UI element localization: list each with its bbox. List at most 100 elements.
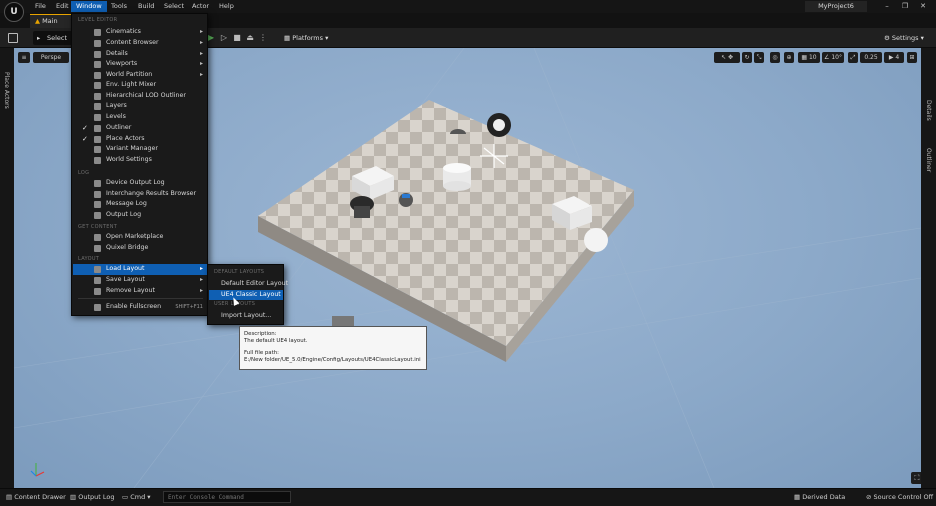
- menu-item-env-light-mixer[interactable]: Env. Light Mixer: [73, 80, 207, 91]
- menu-item-levels[interactable]: Levels: [73, 112, 207, 123]
- cmd-label: Cmd: [130, 493, 146, 501]
- menu-item-ue4-classic-layout[interactable]: UE4 Classic Layout: [209, 289, 283, 300]
- output-log-button[interactable]: ▥ Output Log: [70, 491, 114, 503]
- menu-item-variant-manager[interactable]: Variant Manager: [73, 144, 207, 155]
- select-mode-button[interactable]: Select M: [33, 31, 73, 56]
- menu-item-message-log[interactable]: Message Log: [73, 199, 207, 210]
- save-icon[interactable]: [8, 33, 18, 43]
- maximize-viewport-icon[interactable]: ⊞: [907, 52, 917, 63]
- derived-data-label: Derived Data: [802, 493, 846, 501]
- viewport-icon: [94, 61, 101, 68]
- grid-icon: ▦: [801, 54, 809, 61]
- menu-item-device-output-log[interactable]: Device Output Log: [73, 178, 207, 189]
- source-control-label: Source Control Off: [873, 493, 934, 501]
- chevron-right-icon: ▸: [199, 39, 203, 46]
- marketplace-icon: [94, 234, 101, 241]
- viewport-menu-icon[interactable]: ≡: [18, 52, 30, 63]
- menu-item-details[interactable]: Details ▸: [73, 49, 207, 60]
- outliner-tab[interactable]: Outliner: [925, 148, 932, 172]
- eject-icon[interactable]: ⏏: [244, 32, 256, 44]
- menu-item-outliner[interactable]: ✓ Outliner: [73, 123, 207, 134]
- globe-icon[interactable]: ◎: [770, 52, 780, 63]
- minimize-icon[interactable]: –: [880, 1, 894, 12]
- menu-item-open-marketplace[interactable]: Open Marketplace: [73, 232, 207, 243]
- chevron-right-icon: ▸: [199, 276, 203, 283]
- menu-item-place-actors[interactable]: ✓ Place Actors: [73, 134, 207, 145]
- source-control-icon: ⊘: [866, 493, 874, 501]
- menu-item-label: Output Log: [106, 211, 142, 218]
- angle-value: 10°: [831, 54, 842, 61]
- axis-gizmo-icon: [30, 463, 45, 477]
- platforms-button[interactable]: ▦ Platforms ▾: [284, 31, 336, 45]
- tab-main[interactable]: ▲ Main: [30, 14, 72, 28]
- menu-item-remove-layout[interactable]: Remove Layout ▸: [73, 286, 207, 297]
- right-panel-strip: Details Outliner: [921, 48, 936, 488]
- scale-snap-value[interactable]: 0.25: [860, 52, 882, 63]
- rotation-snap-button[interactable]: ∠ 10°: [822, 52, 844, 63]
- menu-item-label: Device Output Log: [106, 179, 165, 186]
- unreal-logo-icon[interactable]: U: [4, 2, 24, 22]
- console-command-input[interactable]: [163, 491, 291, 503]
- menu-item-label: Viewports: [106, 60, 138, 67]
- menu-build[interactable]: Build: [133, 1, 159, 12]
- menu-actor[interactable]: Actor: [187, 1, 214, 12]
- menu-item-hlod-outliner[interactable]: Hierarchical LOD Outliner: [73, 91, 207, 102]
- menu-item-default-editor-layout[interactable]: Default Editor Layout: [209, 279, 288, 290]
- menu-item-viewports[interactable]: Viewports ▸: [73, 59, 207, 70]
- menu-item-label: Variant Manager: [106, 145, 158, 152]
- cmd-icon: ▭: [122, 493, 131, 501]
- settings-button[interactable]: ⚙ Settings ▾: [884, 31, 932, 45]
- content-drawer-label: Content Drawer: [14, 493, 66, 501]
- menu-item-content-browser[interactable]: Content Browser ▸: [73, 38, 207, 49]
- menu-item-world-partition[interactable]: World Partition ▸: [73, 70, 207, 81]
- load-layout-icon: [94, 266, 101, 273]
- more-options-icon[interactable]: ⋮: [257, 32, 269, 44]
- content-drawer-button[interactable]: ▤ Content Drawer: [6, 491, 66, 503]
- close-icon[interactable]: ✕: [916, 1, 930, 12]
- menu-item-save-layout[interactable]: Save Layout ▸: [73, 275, 207, 286]
- world-partition-icon: [94, 71, 101, 79]
- menu-item-label: Remove Layout: [106, 286, 155, 294]
- variant-manager-icon: [94, 146, 101, 153]
- details-tab[interactable]: Details: [925, 100, 932, 121]
- menu-item-label: Outliner: [106, 123, 132, 131]
- menu-item-load-layout[interactable]: Load Layout ▸: [73, 264, 207, 275]
- menu-item-import-layout[interactable]: Import Layout...: [209, 311, 283, 322]
- menu-item-label: World Partition: [106, 70, 153, 78]
- rotate-icon[interactable]: ↻: [742, 52, 752, 63]
- menu-item-output-log[interactable]: Output Log: [73, 210, 207, 221]
- camera-speed-button[interactable]: ▶ 4: [884, 52, 904, 63]
- restore-icon[interactable]: ❐: [898, 1, 912, 12]
- menu-select[interactable]: Select: [159, 1, 189, 12]
- transform-tools[interactable]: ↖ ✥: [714, 52, 740, 63]
- menu-item-interchange-results[interactable]: Interchange Results Browser: [73, 189, 207, 200]
- interchange-icon: [94, 190, 101, 198]
- chevron-down-icon: ▾: [323, 34, 329, 42]
- menu-window[interactable]: Window: [71, 1, 107, 12]
- derived-data-button[interactable]: ▦ Derived Data: [794, 491, 845, 503]
- scale-icon[interactable]: ⤡: [754, 52, 764, 63]
- game-view-icon[interactable]: ⛶: [911, 472, 921, 484]
- cmd-dropdown[interactable]: ▭ Cmd ▾: [122, 491, 151, 503]
- perspective-button[interactable]: Perspe: [33, 52, 69, 63]
- scale-snap-icon[interactable]: ⤢: [848, 52, 858, 63]
- step-icon[interactable]: ▷: [218, 32, 230, 44]
- menu-help[interactable]: Help: [214, 1, 239, 12]
- source-control-button[interactable]: ⊘ Source Control Off: [866, 491, 933, 503]
- grid-snap-button[interactable]: ▦ 10: [798, 52, 820, 63]
- menu-item-cinematics[interactable]: Cinematics ▸: [73, 27, 207, 38]
- menu-item-quixel-bridge[interactable]: Quixel Bridge: [73, 243, 207, 254]
- device-log-icon: [94, 180, 101, 187]
- menu-item-layers[interactable]: Layers: [73, 101, 207, 112]
- place-actors-tab[interactable]: Place Actors: [3, 72, 10, 109]
- surface-snap-icon[interactable]: ⊕: [784, 52, 794, 63]
- menu-item-label: Load Layout: [106, 265, 145, 272]
- menu-item-enable-fullscreen[interactable]: Enable Fullscreen SHIFT+F11: [73, 302, 207, 313]
- layers-icon: [94, 103, 101, 110]
- menu-item-world-settings[interactable]: World Settings: [73, 155, 207, 166]
- menu-tools[interactable]: Tools: [106, 1, 132, 12]
- stop-icon[interactable]: ■: [231, 32, 243, 44]
- levels-icon: [94, 113, 101, 121]
- remove-layout-icon: [94, 287, 101, 295]
- menu-file[interactable]: File: [30, 1, 51, 12]
